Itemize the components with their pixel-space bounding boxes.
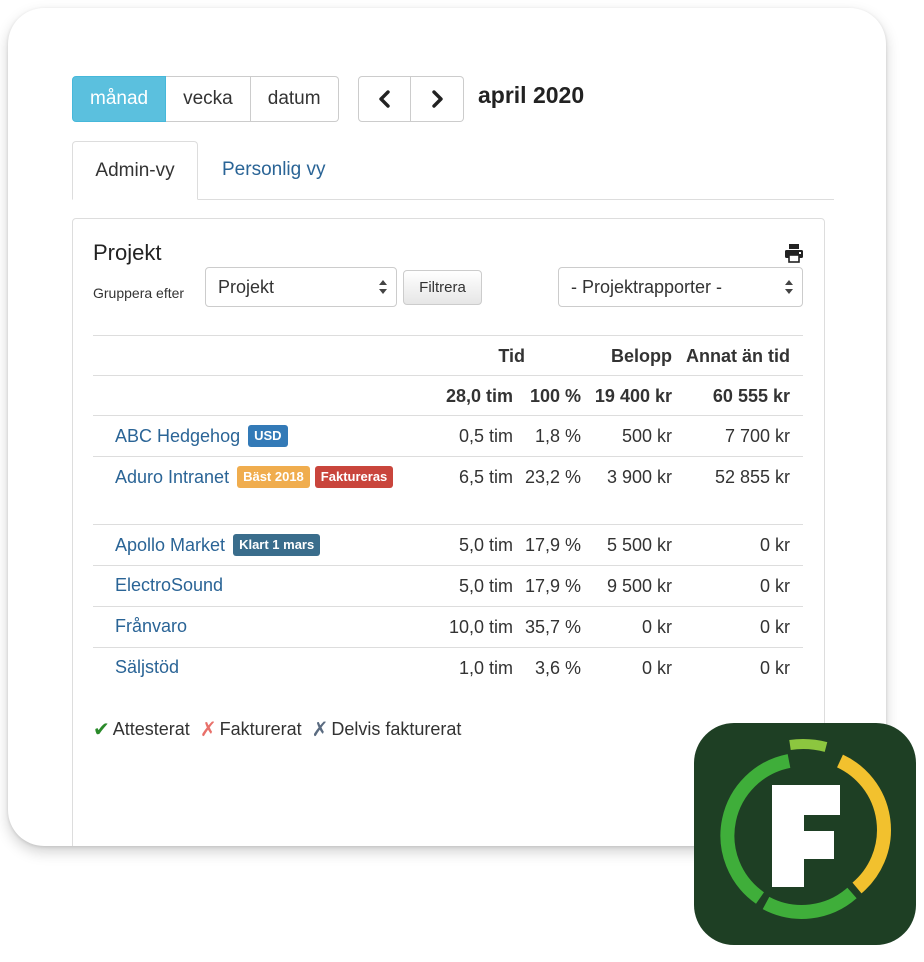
row-other: 0 kr [759, 658, 790, 678]
row-other: 0 kr [759, 576, 790, 596]
row-amount: 0 kr [641, 658, 672, 678]
row-hours: 0,5 tim [458, 426, 513, 446]
next-period-button[interactable] [411, 76, 464, 122]
cross-icon: ✗ [199, 719, 217, 741]
current-period-label: april 2020 [478, 82, 585, 108]
row-other: 0 kr [759, 617, 790, 637]
app-card: månad vecka datum april 2020 Admin-vy Pe… [8, 8, 886, 846]
view-tabs: Admin-vy Personlig vy [72, 141, 834, 200]
chevron-right-icon [432, 90, 443, 108]
project-link[interactable]: Säljstöd [115, 657, 179, 678]
legend-item-attested: ✔ Attesterat [93, 717, 190, 742]
status-badge: Bäst 2018 [237, 466, 310, 488]
project-name: Frånvaro [115, 616, 188, 636]
row-hours: 5,0 tim [458, 535, 513, 555]
row-amount: 5 500 kr [606, 535, 672, 555]
chevron-left-icon [378, 90, 390, 108]
cross-icon: ✗ [311, 719, 329, 741]
table-row: ElectroSound 5,0 tim 17,9 % 9 500 kr 0 k… [93, 565, 803, 606]
row-hours: 10,0 tim [448, 617, 513, 637]
status-badge: USD [248, 425, 288, 447]
project-link[interactable]: Aduro Intranet Bäst 2018 Faktureras [115, 466, 394, 488]
row-hours: 5,0 tim [458, 576, 513, 596]
row-other: 0 kr [759, 535, 790, 555]
row-percent: 35,7 % [524, 617, 581, 637]
legend-item-invoiced: ✗ Fakturerat [200, 717, 302, 742]
project-name: Aduro Intranet [115, 466, 230, 487]
status-badge: Faktureras [314, 466, 394, 488]
group-by-value: Projekt [218, 276, 275, 297]
panel-title: Projekt [93, 240, 162, 265]
check-icon: ✔ [93, 719, 110, 741]
table-row: Aduro Intranet Bäst 2018 Faktureras 6,5 … [93, 456, 803, 524]
total-percent: 100 % [529, 386, 581, 406]
project-link[interactable]: Frånvaro [115, 616, 187, 637]
select-arrows-icon [785, 280, 793, 294]
row-percent: 23,2 % [524, 467, 581, 487]
total-hours: 28,0 tim [445, 386, 513, 406]
app-logo-icon [694, 723, 916, 945]
header-annat: Annat än tid [686, 346, 790, 366]
project-name: ABC Hedgehog [115, 425, 241, 446]
row-hours: 6,5 tim [458, 467, 513, 487]
status-badge: Klart 1 mars [233, 534, 321, 556]
row-percent: 1,8 % [534, 426, 581, 446]
select-arrows-icon [379, 280, 387, 294]
table-header-row: Tid Belopp Annat än tid [93, 335, 803, 375]
view-mode-month-button[interactable]: månad [72, 76, 167, 122]
table-row: ABC Hedgehog USD 0,5 tim 1,8 % 500 kr 7 … [93, 415, 803, 456]
row-hours: 1,0 tim [458, 658, 513, 678]
project-reports-value: - Projektrapporter - [571, 276, 723, 297]
table-row: Säljstöd 1,0 tim 3,6 % 0 kr 0 kr [93, 647, 803, 688]
filter-button[interactable]: Filtrera [403, 270, 482, 305]
row-percent: 3,6 % [534, 658, 581, 678]
header-tid: Tid [498, 346, 525, 366]
legend-label: Attesterat [112, 719, 190, 739]
status-legend: ✔ Attesterat ✗ Fakturerat ✗ Delvis faktu… [93, 717, 471, 742]
project-link[interactable]: ABC Hedgehog USD [115, 425, 288, 447]
project-name: ElectroSound [115, 575, 224, 595]
view-mode-date-button[interactable]: datum [250, 76, 339, 122]
row-amount: 3 900 kr [606, 467, 672, 487]
row-amount: 0 kr [641, 617, 672, 637]
view-mode-switch: månad vecka datum [72, 76, 339, 122]
total-other: 60 555 kr [712, 386, 790, 406]
project-table: Tid Belopp Annat än tid 28,0 tim 100 % 1… [93, 335, 803, 688]
project-name: Säljstöd [115, 657, 180, 677]
header-belopp: Belopp [611, 346, 672, 366]
project-link[interactable]: Apollo Market Klart 1 mars [115, 534, 321, 556]
printer-icon[interactable] [784, 243, 804, 263]
table-row: Frånvaro 10,0 tim 35,7 % 0 kr 0 kr [93, 606, 803, 647]
project-name: Apollo Market [115, 534, 226, 555]
group-by-select[interactable]: Projekt [205, 267, 397, 307]
tab-admin-view[interactable]: Admin-vy [72, 141, 198, 200]
row-amount: 500 kr [621, 426, 672, 446]
row-other: 7 700 kr [724, 426, 790, 446]
row-other: 52 855 kr [714, 467, 790, 487]
table-row: Apollo Market Klart 1 mars 5,0 tim 17,9 … [93, 524, 803, 565]
view-mode-week-button[interactable]: vecka [166, 76, 251, 122]
row-amount: 9 500 kr [606, 576, 672, 596]
period-navigation [358, 76, 464, 122]
total-amount: 19 400 kr [594, 386, 672, 406]
row-percent: 17,9 % [524, 576, 581, 596]
previous-period-button[interactable] [358, 76, 411, 122]
project-link[interactable]: ElectroSound [115, 575, 223, 596]
legend-item-partly-invoiced: ✗ Delvis fakturerat [312, 717, 462, 742]
project-reports-select[interactable]: - Projektrapporter - [558, 267, 803, 307]
tab-personal-view[interactable]: Personlig vy [222, 141, 326, 199]
legend-label: Delvis fakturerat [331, 719, 462, 739]
row-percent: 17,9 % [524, 535, 581, 555]
legend-label: Fakturerat [219, 719, 302, 739]
table-totals-row: 28,0 tim 100 % 19 400 kr 60 555 kr [93, 375, 803, 415]
group-by-label: Gruppera efter [93, 285, 185, 301]
